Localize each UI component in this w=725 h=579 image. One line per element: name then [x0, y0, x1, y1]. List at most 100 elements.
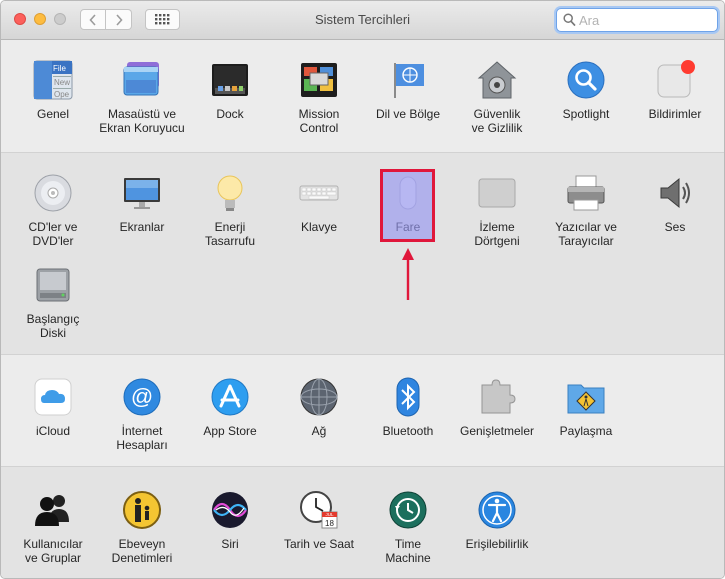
pane-parental-controls[interactable]: Ebeveyn Denetimleri [97, 490, 187, 565]
parental-controls-icon [122, 490, 162, 530]
desktop-screensaver-icon [122, 60, 162, 100]
system-section: Kullanıcılar ve Gruplar Ebeveyn Denetiml… [1, 466, 724, 578]
extensions-icon [477, 377, 517, 417]
pane-users-groups[interactable]: Kullanıcılar ve Gruplar [8, 490, 98, 565]
pane-bluetooth[interactable]: Bluetooth [363, 377, 453, 438]
pane-label: Spotlight [562, 107, 610, 121]
pane-label: Dock [216, 107, 244, 121]
personal-section: File New Ope Genel Masaüstü ve Ekran Koruy… [1, 40, 724, 151]
pane-printer-scanner[interactable]: Yazıcılar ve Tarayıcılar [541, 173, 631, 248]
search-icon [563, 13, 576, 27]
pane-label: App Store [203, 424, 257, 438]
pane-label: Başlangıç Diski [26, 312, 80, 340]
pane-label: Paylaşma [559, 424, 613, 438]
pane-label: Bluetooth [382, 424, 434, 438]
sharing-icon [566, 377, 606, 417]
pane-energy-saver[interactable]: Enerji Tasarrufu [185, 173, 275, 248]
pane-extensions[interactable]: Genişletmeler [452, 377, 542, 438]
pane-desktop-screensaver[interactable]: Masaüstü ve Ekran Koruyucu [97, 60, 187, 135]
pane-icloud[interactable]: iCloud [8, 377, 98, 438]
icloud-icon [33, 377, 73, 417]
pane-label: Ebeveyn Denetimleri [111, 537, 173, 565]
internet-accounts-icon: @ [122, 377, 162, 417]
cd-dvd-icon [33, 173, 73, 213]
time-machine-icon [388, 490, 428, 530]
users-groups-icon [33, 490, 73, 530]
siri-icon [210, 490, 250, 530]
pane-startup-disk[interactable]: Başlangıç Diski [8, 265, 98, 340]
pane-label: Kullanıcılar ve Gruplar [23, 537, 83, 565]
date-time-icon-day: 18 [325, 519, 334, 528]
svg-text:@: @ [131, 384, 153, 409]
annotation-arrow-icon [402, 248, 414, 300]
pane-security-privacy[interactable]: Güvenlik ve Gizlilik [452, 60, 542, 135]
pane-label: CD'ler ve DVD'ler [28, 220, 78, 248]
search-input[interactable] [579, 11, 709, 29]
pane-network[interactable]: Ağ [274, 377, 364, 438]
trackpad-icon [477, 173, 517, 213]
pane-siri[interactable]: Siri [185, 490, 275, 551]
pane-label: Ağ [311, 424, 327, 438]
pane-label: iCloud [35, 424, 71, 438]
pane-internet-accounts[interactable]: @ İnternet Hesapları [97, 377, 187, 452]
pane-sound[interactable]: Ses [630, 173, 720, 234]
pane-app-store[interactable]: App Store [185, 377, 275, 438]
general-icon: File New Ope [33, 60, 73, 100]
general-icon-text-1: File [53, 64, 66, 73]
pane-dock[interactable]: Dock [185, 60, 275, 121]
pane-notifications[interactable]: Bildirimler [630, 60, 720, 121]
pane-general[interactable]: File New Ope Genel [8, 60, 98, 121]
date-time-icon-month: JUL [325, 512, 333, 517]
pane-language-region[interactable]: Dil ve Bölge [363, 60, 453, 121]
pane-sharing[interactable]: Paylaşma [541, 377, 631, 438]
internet-section: iCloud @ İnternet Hesapları App Store Ağ… [1, 355, 724, 466]
svg-text:Ope: Ope [54, 90, 70, 99]
pane-accessibility[interactable]: Erişilebilirlik [452, 490, 542, 551]
pane-spotlight[interactable]: Spotlight [541, 60, 631, 121]
pane-displays[interactable]: Ekranlar [97, 173, 187, 234]
pane-label: Bildirimler [648, 107, 702, 121]
pane-date-time[interactable]: JUL 18 Tarih ve Saat [274, 490, 364, 551]
displays-icon [122, 173, 162, 213]
notifications-icon [655, 60, 695, 100]
pane-trackpad[interactable]: İzleme Dörtgeni [452, 173, 542, 248]
spotlight-icon [566, 60, 606, 100]
hardware-section: CD'ler ve DVD'ler Ekranlar Enerji Tasarr… [1, 152, 724, 355]
pane-label: Erişilebilirlik [465, 537, 529, 551]
pane-label: Ekranlar [119, 220, 165, 234]
pane-label: İzleme Dörtgeni [474, 220, 520, 248]
pane-label: Klavye [300, 220, 338, 234]
sound-icon [655, 173, 695, 213]
highlight-box [380, 169, 435, 242]
security-privacy-icon [477, 60, 517, 100]
network-icon [299, 377, 339, 417]
pane-label: Genel [36, 107, 70, 121]
pane-label: Time Machine [385, 537, 431, 565]
date-time-icon: JUL 18 [299, 490, 339, 530]
pane-mission-control[interactable]: Mission Control [274, 60, 364, 135]
app-store-icon [210, 377, 250, 417]
title-bar: Sistem Tercihleri [1, 1, 724, 40]
pane-time-machine[interactable]: Time Machine [363, 490, 453, 565]
pane-keyboard[interactable]: Klavye [274, 173, 364, 234]
pane-label: Ses [664, 220, 686, 234]
energy-saver-icon [210, 173, 250, 213]
mission-control-icon [299, 60, 339, 100]
pane-label: Enerji Tasarrufu [204, 220, 256, 248]
system-preferences-window: Sistem Tercihleri File New Ope Genel Masaü… [0, 0, 725, 579]
pane-label: Genişletmeler [459, 424, 535, 438]
keyboard-icon [299, 173, 339, 213]
pane-label: Siri [221, 537, 239, 551]
printer-scanner-icon [566, 173, 606, 213]
pane-cd-dvd[interactable]: CD'ler ve DVD'ler [8, 173, 98, 248]
pane-label: Güvenlik ve Gizlilik [471, 107, 523, 135]
dock-icon [210, 60, 250, 100]
svg-text:New: New [54, 78, 70, 87]
startup-disk-icon [33, 265, 73, 305]
pane-label: İnternet Hesapları [116, 424, 168, 452]
pane-label: Dil ve Bölge [375, 107, 441, 121]
pane-label: Mission Control [298, 107, 340, 135]
bluetooth-icon [388, 377, 428, 417]
accessibility-icon [477, 490, 517, 530]
search-field[interactable] [556, 8, 718, 32]
